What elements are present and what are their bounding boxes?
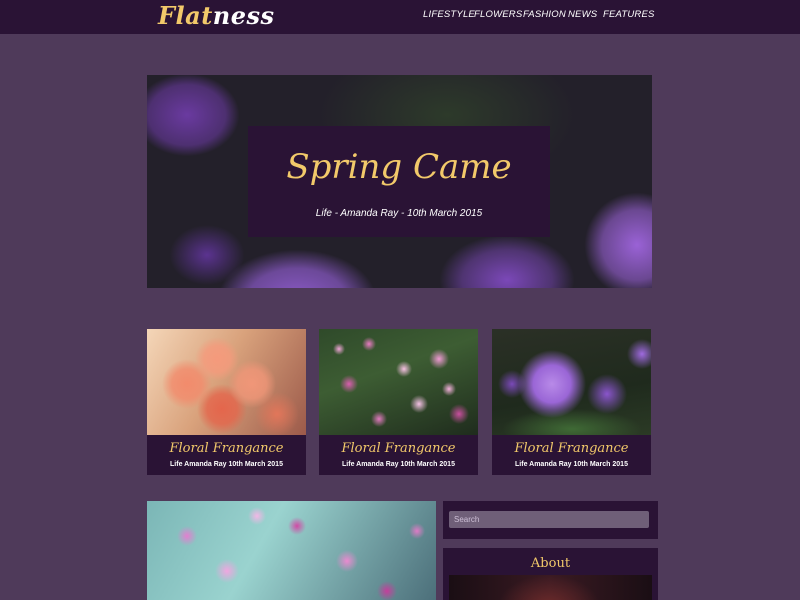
search-widget (443, 501, 658, 539)
post-card-title[interactable]: Floral Frangance (147, 441, 306, 456)
post-card[interactable]: Floral Frangance Life Amanda Ray 10th Ma… (319, 329, 478, 475)
about-widget: About (443, 548, 658, 600)
search-input[interactable] (449, 511, 649, 528)
site-header: Flatness LIFESTYLE FLOWERS FASHION NEWS … (0, 0, 800, 34)
nav-features[interactable]: FEATURES (603, 9, 655, 20)
about-image (449, 575, 652, 600)
post-card-image[interactable] (492, 329, 651, 435)
post-card-meta: Life Amanda Ray 10th March 2015 (515, 461, 628, 468)
nav-news[interactable]: NEWS (568, 9, 597, 20)
post-card-meta: Life Amanda Ray 10th March 2015 (170, 461, 283, 468)
hero-banner[interactable]: Spring Came Life - Amanda Ray - 10th Mar… (147, 75, 652, 288)
logo-part-2: ness (212, 1, 275, 30)
about-title: About (530, 556, 571, 571)
hero-title[interactable]: Spring Came (248, 146, 550, 188)
post-card-meta: Life Amanda Ray 10th March 2015 (342, 461, 455, 468)
logo-part-1: Flat (158, 1, 213, 30)
nav-fashion[interactable]: FASHION (523, 9, 566, 20)
featured-post-image[interactable] (147, 501, 436, 600)
post-card-title[interactable]: Floral Frangance (319, 441, 478, 456)
post-card-image[interactable] (319, 329, 478, 435)
nav-flowers[interactable]: FLOWERS (474, 9, 522, 20)
nav-lifestyle[interactable]: LIFESTYLE (423, 9, 475, 20)
site-logo[interactable]: Flatness (158, 1, 275, 31)
post-card[interactable]: Floral Frangance Life Amanda Ray 10th Ma… (492, 329, 651, 475)
hero-caption: Spring Came Life - Amanda Ray - 10th Mar… (248, 126, 550, 237)
post-card-image[interactable] (147, 329, 306, 435)
hero-meta: Life - Amanda Ray - 10th March 2015 (315, 208, 483, 219)
post-card[interactable]: Floral Frangance Life Amanda Ray 10th Ma… (147, 329, 306, 475)
post-card-title[interactable]: Floral Frangance (492, 441, 651, 456)
